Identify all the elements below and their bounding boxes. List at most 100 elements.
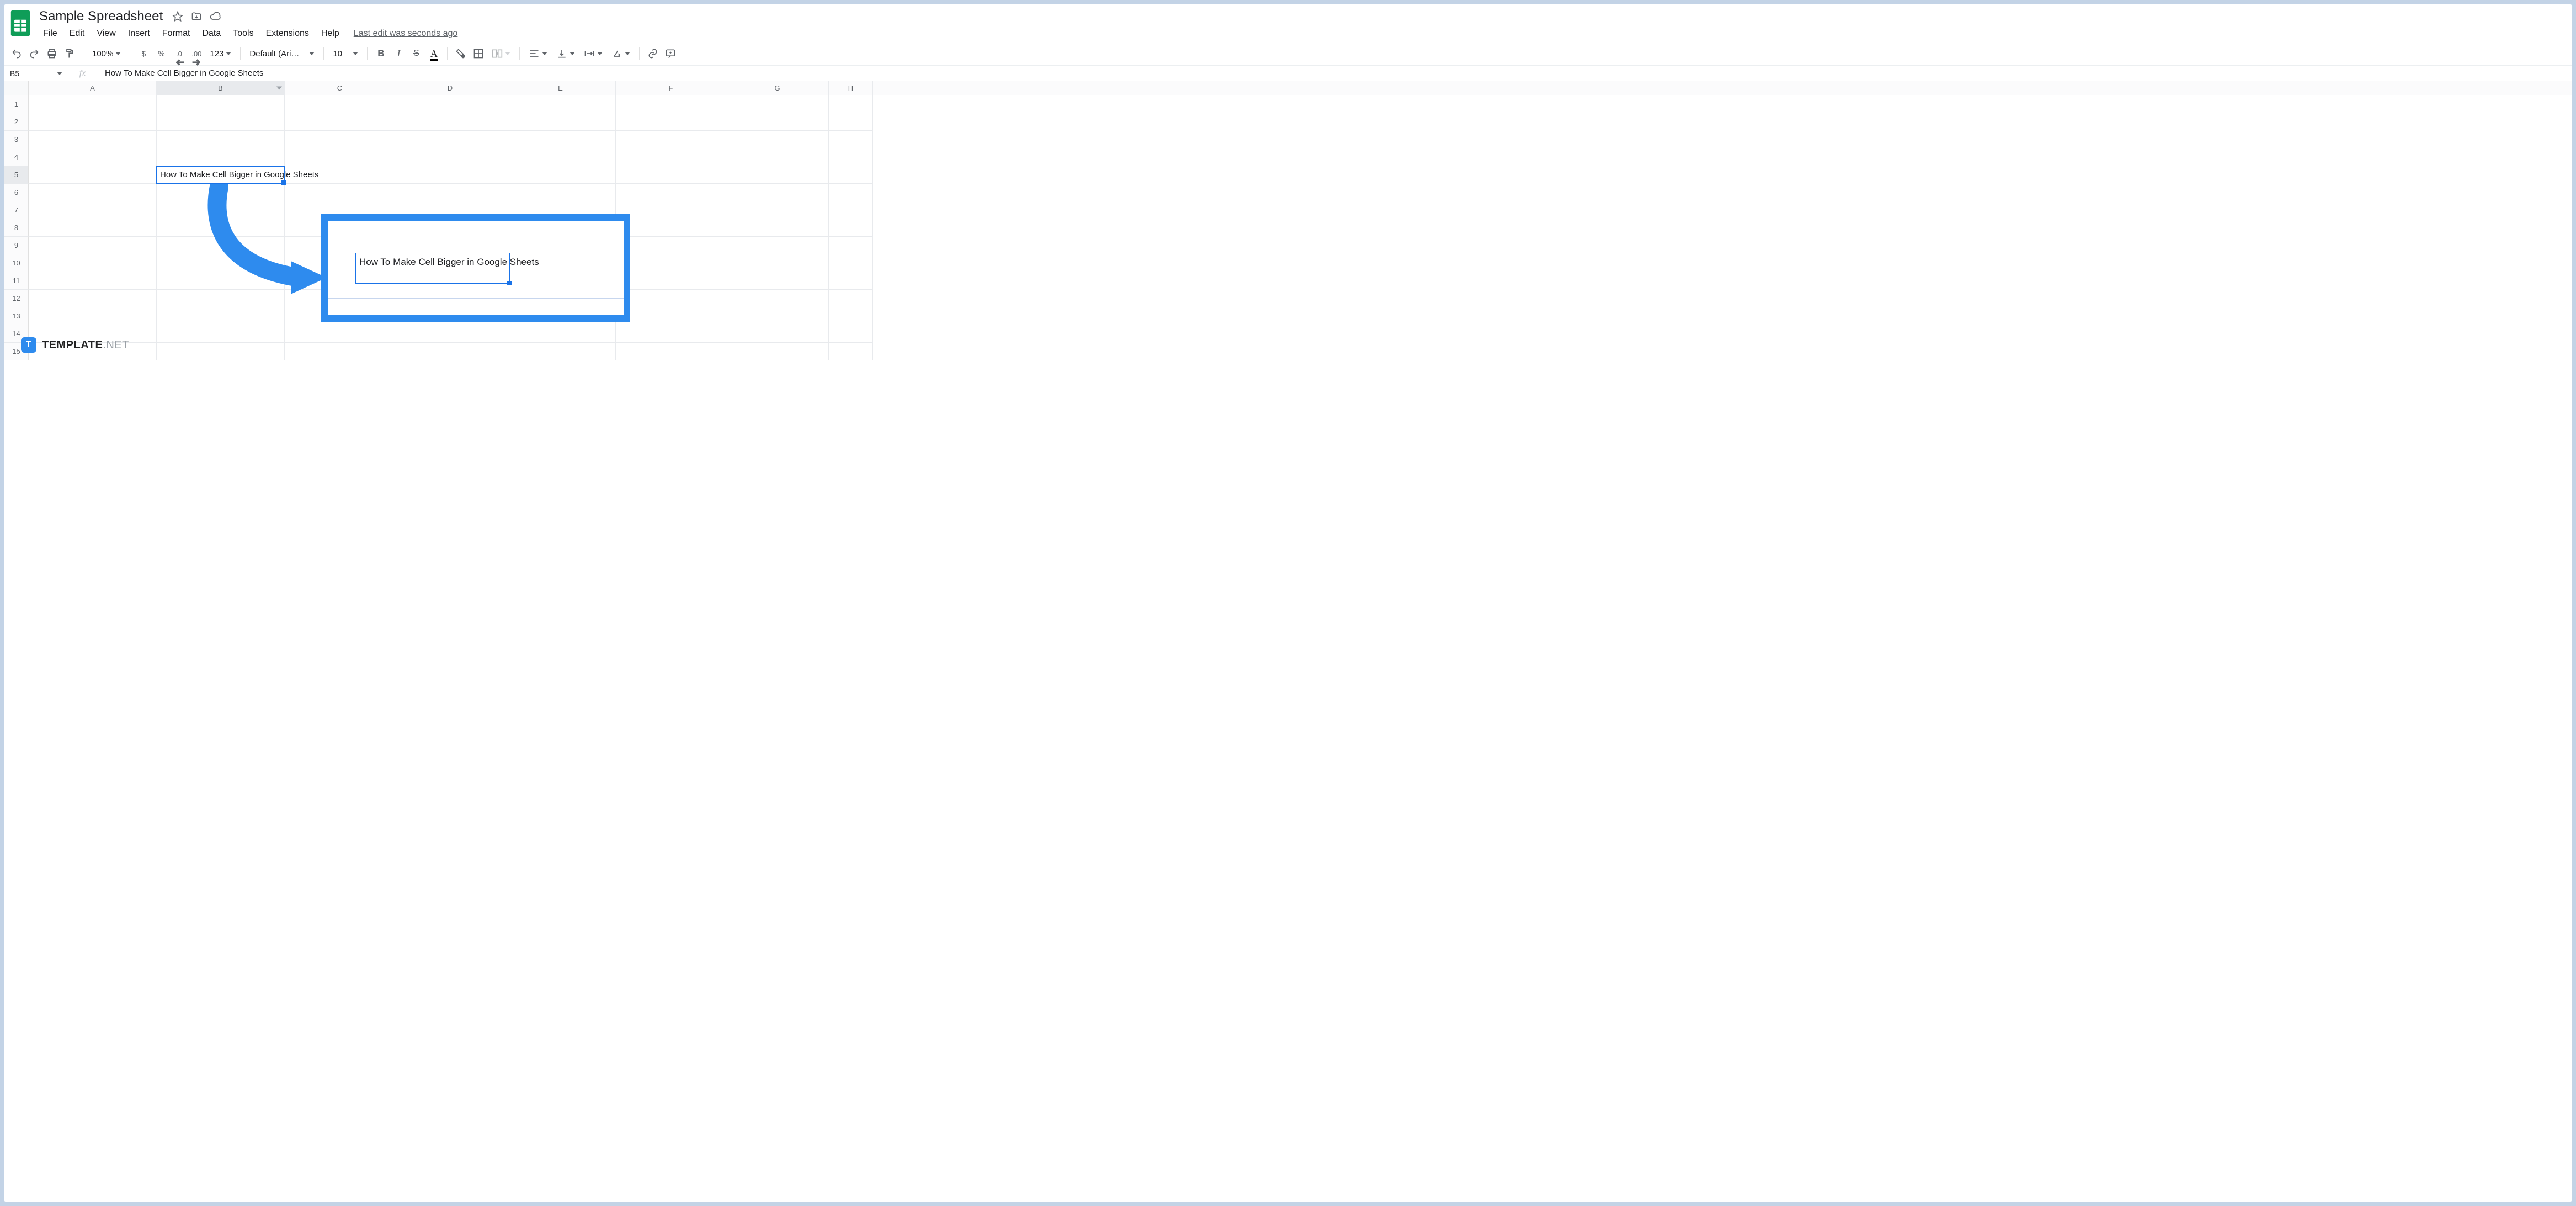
col-header-A[interactable]: A: [29, 81, 157, 95]
name-box-value: B5: [10, 69, 19, 78]
vertical-align-combo[interactable]: [553, 45, 578, 62]
borders-button[interactable]: [471, 45, 486, 62]
row-headers: 1 2 3 4 5 6 7 8 9 10 11 12 13 14 15: [4, 95, 29, 360]
watermark-brand: TEMPLATE: [42, 339, 103, 351]
cells[interactable]: How To Make Cell Bigger in Google Sheets: [29, 95, 2572, 360]
format-currency-button[interactable]: $: [136, 45, 151, 62]
font-size-combo[interactable]: 10: [329, 45, 361, 62]
horizontal-align-combo[interactable]: [525, 45, 551, 62]
cloud-saved-icon[interactable]: [209, 10, 222, 23]
row-header-12[interactable]: 12: [4, 290, 29, 307]
chevron-down-icon: [353, 49, 358, 59]
row-header-6[interactable]: 6: [4, 184, 29, 201]
app-google-sheets: Sample Spreadsheet: [4, 4, 2572, 1202]
row-header-4[interactable]: 4: [4, 148, 29, 166]
chevron-down-icon: [309, 49, 315, 59]
doc-title-row: Sample Spreadsheet: [36, 7, 2567, 25]
insert-link-button[interactable]: [645, 45, 661, 62]
col-header-B[interactable]: B: [157, 81, 285, 95]
menu-help[interactable]: Help: [316, 26, 345, 41]
cell-B5[interactable]: How To Make Cell Bigger in Google Sheets: [157, 166, 285, 184]
fill-handle: [507, 281, 512, 285]
italic-button[interactable]: I: [391, 45, 406, 62]
chevron-down-icon: [226, 49, 231, 59]
fill-color-button[interactable]: [453, 45, 469, 62]
row-header-5[interactable]: 5: [4, 166, 29, 184]
watermark: T TEMPLATE.NET: [21, 337, 129, 353]
select-all-corner[interactable]: [4, 81, 29, 95]
more-formats-combo[interactable]: 123: [206, 45, 235, 62]
chevron-down-icon: [625, 49, 630, 59]
row-header-9[interactable]: 9: [4, 237, 29, 254]
name-box[interactable]: B5: [4, 66, 66, 81]
formula-input[interactable]: How To Make Cell Bigger in Google Sheets: [99, 66, 2572, 81]
formula-bar: B5 fx How To Make Cell Bigger in Google …: [4, 66, 2572, 81]
col-header-E[interactable]: E: [505, 81, 616, 95]
separator: [367, 47, 368, 60]
col-header-C[interactable]: C: [285, 81, 395, 95]
sheets-logo-icon[interactable]: [9, 8, 32, 39]
undo-icon[interactable]: [9, 45, 24, 62]
col-header-H[interactable]: H: [829, 81, 873, 95]
chevron-down-icon: [57, 69, 62, 78]
row-header-2[interactable]: 2: [4, 113, 29, 131]
menu-edit[interactable]: Edit: [64, 26, 91, 41]
zoom-combo[interactable]: 100%: [89, 45, 124, 62]
toolbar: 100% $ % .0 .00 123 Default (Ari…: [4, 42, 2572, 66]
zoom-value: 100%: [92, 49, 113, 59]
row-header-13[interactable]: 13: [4, 307, 29, 325]
row-header-1[interactable]: 1: [4, 95, 29, 113]
menu-file[interactable]: File: [38, 26, 63, 41]
separator: [240, 47, 241, 60]
separator: [639, 47, 640, 60]
row-header-7[interactable]: 7: [4, 201, 29, 219]
watermark-badge-icon: T: [21, 337, 36, 353]
title-column: Sample Spreadsheet: [36, 7, 2567, 41]
menu-data[interactable]: Data: [196, 26, 226, 41]
chevron-down-icon: [115, 49, 121, 59]
increase-decimal-button[interactable]: .00: [189, 45, 204, 62]
col-header-D[interactable]: D: [395, 81, 505, 95]
annotation-callout: How To Make Cell Bigger in Google Sheets: [321, 214, 630, 322]
col-header-G[interactable]: G: [726, 81, 829, 95]
row-header-11[interactable]: 11: [4, 272, 29, 290]
separator: [447, 47, 448, 60]
watermark-suffix: .NET: [103, 339, 129, 351]
menu-format[interactable]: Format: [157, 26, 196, 41]
row-header-3[interactable]: 3: [4, 131, 29, 148]
menubar: File Edit View Insert Format Data Tools …: [36, 26, 2567, 41]
star-icon[interactable]: [171, 10, 184, 23]
row-header-8[interactable]: 8: [4, 219, 29, 237]
text-wrap-combo[interactable]: [581, 45, 606, 62]
column-headers: A B C D E F G H: [4, 81, 2572, 95]
move-to-folder-icon[interactable]: [190, 10, 203, 23]
insert-comment-button[interactable]: [663, 45, 678, 62]
font-family-value: Default (Ari…: [249, 49, 299, 59]
text-rotation-combo[interactable]: [608, 45, 634, 62]
menu-extensions[interactable]: Extensions: [260, 26, 315, 41]
merge-cells-combo[interactable]: [488, 45, 514, 62]
document-title[interactable]: Sample Spreadsheet: [36, 8, 166, 25]
separator: [519, 47, 520, 60]
font-family-combo[interactable]: Default (Ari…: [246, 45, 318, 62]
menu-insert[interactable]: Insert: [123, 26, 156, 41]
row-header-10[interactable]: 10: [4, 254, 29, 272]
col-header-F[interactable]: F: [616, 81, 726, 95]
column-menu-icon[interactable]: [276, 84, 282, 92]
print-icon[interactable]: [44, 45, 60, 62]
bold-button[interactable]: B: [373, 45, 388, 62]
decrease-decimal-button[interactable]: .0: [171, 45, 187, 62]
chevron-down-icon: [505, 49, 510, 59]
last-edit-link[interactable]: Last edit was seconds ago: [354, 29, 458, 39]
menu-view[interactable]: View: [91, 26, 121, 41]
chevron-down-icon: [542, 49, 547, 59]
font-size-value: 10: [333, 49, 342, 59]
strikethrough-button[interactable]: S: [408, 45, 424, 62]
fx-icon: fx: [66, 66, 99, 81]
menu-tools[interactable]: Tools: [227, 26, 259, 41]
chevron-down-icon: [597, 49, 603, 59]
paint-format-icon[interactable]: [62, 45, 77, 62]
redo-icon[interactable]: [26, 45, 42, 62]
format-percent-button[interactable]: %: [153, 45, 169, 62]
text-color-button[interactable]: A: [426, 45, 441, 62]
